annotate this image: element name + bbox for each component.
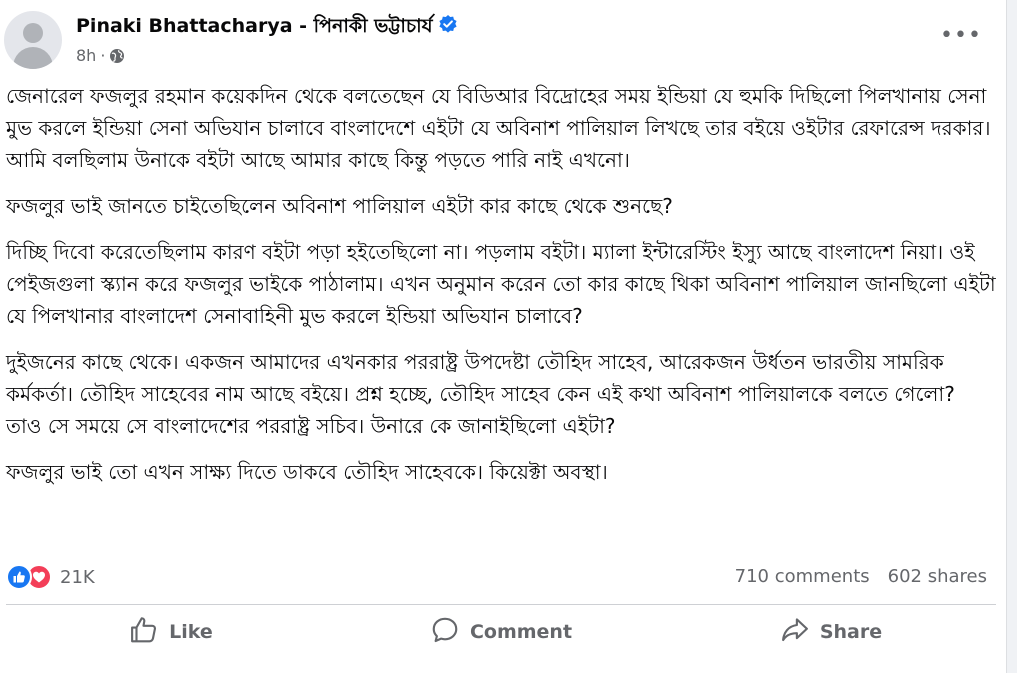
post-card: Pinaki Bhattacharya - পিনাকী ভট্টাচার্য … [0, 0, 1006, 673]
like-reaction-icon [6, 564, 32, 590]
share-button[interactable]: Share [666, 612, 996, 652]
comments-count-link[interactable]: 710 comments [735, 566, 870, 587]
share-arrow-icon [780, 615, 820, 650]
avatar-shoulders [13, 47, 53, 69]
avatar-head [23, 23, 43, 43]
post-timestamp[interactable]: 8h [76, 46, 96, 65]
action-divider [6, 604, 996, 605]
globe-icon [109, 48, 125, 68]
like-label: Like [169, 621, 213, 643]
post-body: জেনারেল ফজলুর রহমান কয়েকদিন থেকে বলতেছে… [6, 80, 996, 502]
avatar[interactable] [4, 11, 62, 69]
comment-bubble-icon [430, 615, 470, 650]
post-author-row: Pinaki Bhattacharya - পিনাকী ভট্টাচার্য [76, 12, 458, 44]
comment-button[interactable]: Comment [336, 612, 666, 652]
post-meta: 8h · [76, 46, 125, 68]
thumbs-up-icon [129, 615, 169, 650]
post-stats: 710 comments 602 shares [735, 563, 987, 591]
verified-badge-icon [438, 14, 458, 39]
author-name[interactable]: Pinaki Bhattacharya - পিনাকী ভট্টাচার্য [76, 15, 433, 37]
share-label: Share [819, 621, 883, 643]
post-actions: Like Comment Share [6, 612, 996, 652]
post-paragraph: জেনারেল ফজলুর রহমান কয়েকদিন থেকে বলতেছে… [6, 84, 991, 172]
reaction-summary[interactable]: 21K [6, 563, 95, 591]
post-paragraph: দুইজনের কাছে থেকে। একজন আমাদের এখনকার পর… [6, 350, 955, 438]
post-paragraph: দিচ্ছি দিবো করেতেছিলাম কারণ বইটা পড়া হই… [6, 240, 996, 328]
shares-count-link[interactable]: 602 shares [888, 566, 987, 587]
post-options-button[interactable]: ••• [940, 22, 981, 54]
scrollbar-track[interactable] [1006, 0, 1017, 673]
reaction-count: 21K [60, 566, 95, 588]
post-paragraph: ফজলুর ভাই জানতে চাইতেছিলেন অবিনাশ পালিয়… [6, 194, 673, 218]
comment-label: Comment [469, 621, 573, 643]
like-button[interactable]: Like [6, 612, 336, 652]
post-paragraph: ফজলুর ভাই তো এখন সাক্ষ্য দিতে ডাকবে তৌহি… [6, 460, 608, 484]
